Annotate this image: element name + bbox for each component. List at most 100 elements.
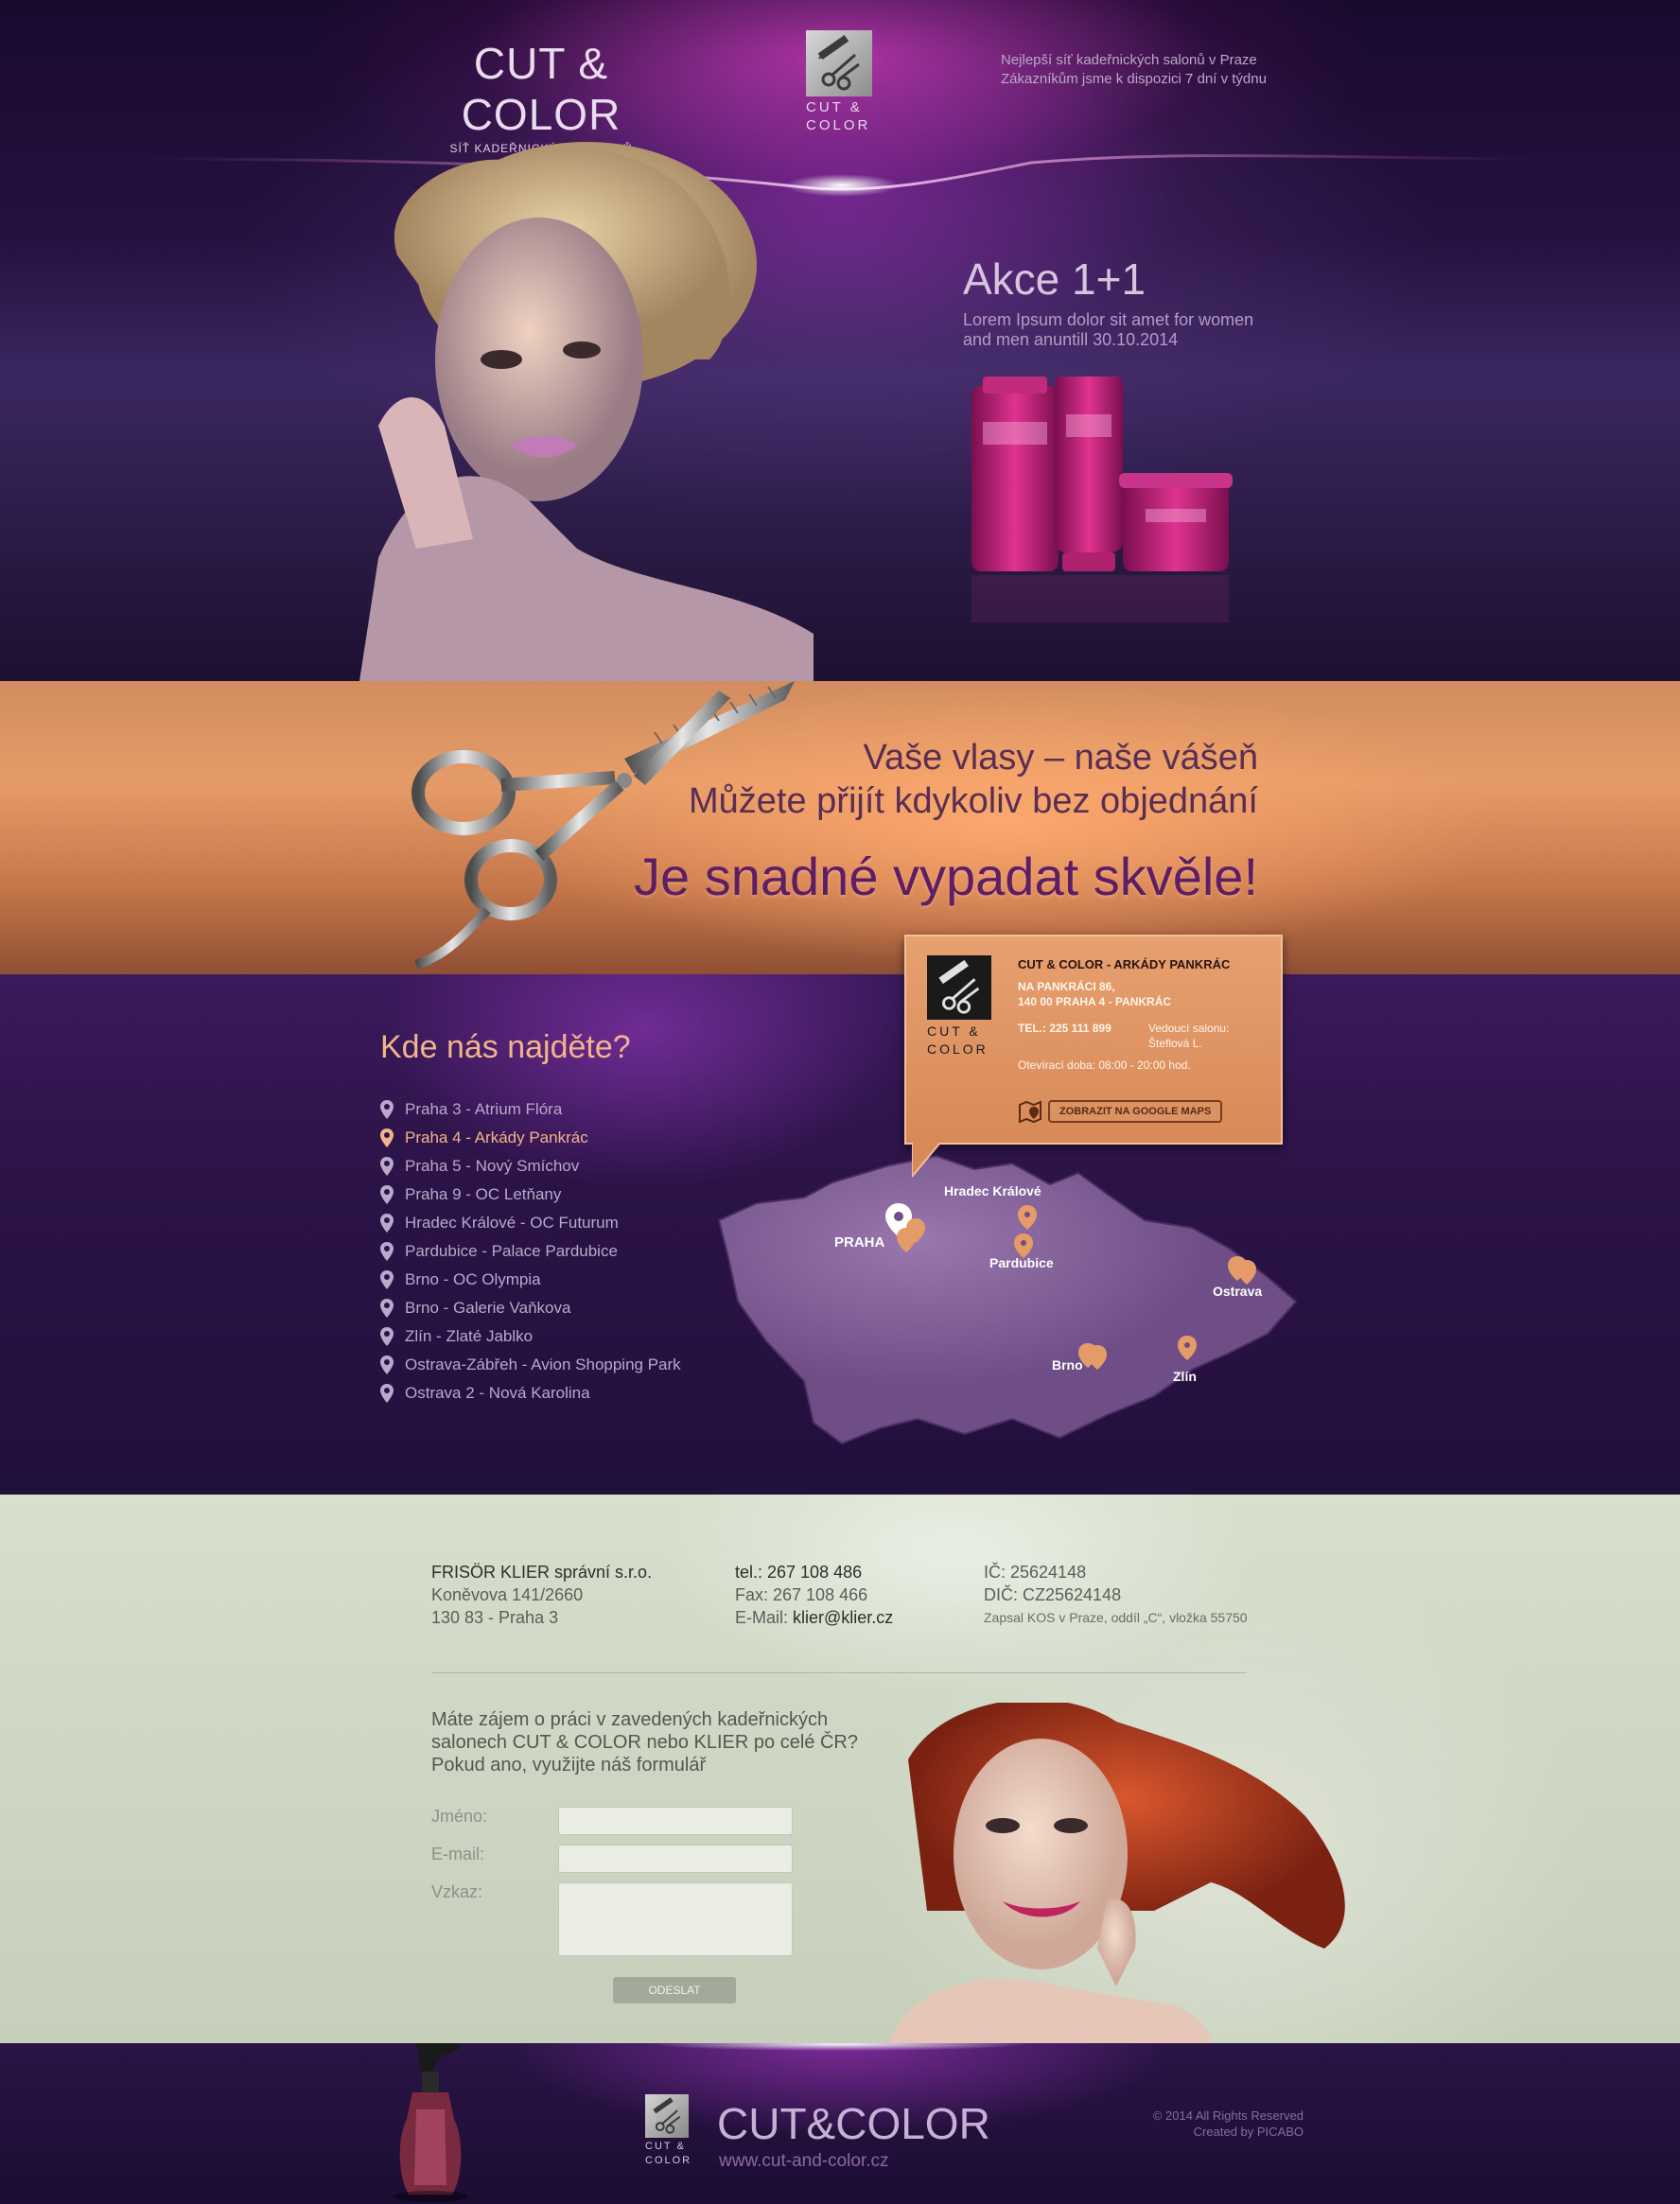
product-bottles-image xyxy=(971,376,1233,622)
band-slogan: Je snadné vypadat skvěle! xyxy=(634,847,1258,906)
map-pin-icon xyxy=(380,1157,394,1176)
location-label: Praha 9 - OC Letňany xyxy=(405,1185,562,1203)
map-pin-icon xyxy=(380,1356,394,1374)
job-intro-line-2: salonech CUT & COLOR nebo KLIER po celé … xyxy=(431,1732,858,1753)
popup-address-line-1: NA PANKRÁCI 86, xyxy=(1018,980,1115,993)
location-label: Praha 5 - Nový Smíchov xyxy=(405,1157,580,1175)
footer-logo-emblem xyxy=(645,2094,689,2138)
popup-address-line-2: 140 00 PRAHA 4 - PANKRÁC xyxy=(1018,995,1172,1008)
map-pin-icon xyxy=(380,1214,394,1233)
footer-url-link[interactable]: www.cut-and-color.cz xyxy=(719,2151,889,2172)
company-ico: IČ: 25624148 xyxy=(984,1563,1087,1582)
location-item[interactable]: Praha 9 - OC Letňany xyxy=(380,1181,681,1209)
redhead-woman-image xyxy=(889,1703,1345,2043)
submit-button[interactable]: ODESLAT xyxy=(613,1977,736,2003)
footer-logo-text-2: COLOR xyxy=(645,2155,692,2166)
name-field[interactable] xyxy=(558,1807,793,1835)
promo-block: Akce 1+1 Lorem Ipsum dolor sit amet for … xyxy=(963,254,1285,350)
company-street: Koněvova 141/2660 xyxy=(431,1585,584,1604)
promo-text: Lorem Ipsum dolor sit amet for women and… xyxy=(963,310,1285,350)
google-maps-button[interactable]: ZOBRAZIT NA GOOGLE MAPS xyxy=(1048,1100,1223,1123)
company-email-link[interactable]: klier@klier.cz xyxy=(793,1608,893,1627)
locations-section: Kde nás najděte? Praha 3 - Atrium Flóra … xyxy=(0,974,1680,1495)
salon-info-popup: CUT & COLOR CUT & COLOR - ARKÁDY PANKRÁC… xyxy=(904,935,1283,1145)
google-maps-link[interactable]: ZOBRAZIT NA GOOGLE MAPS xyxy=(1018,1099,1223,1124)
company-contacts: tel.: 267 108 486 Fax: 267 108 466 E-Mai… xyxy=(735,1561,893,1629)
slogan-band: Vaše vlasy – naše vášeň Můžete přijít kd… xyxy=(0,681,1680,974)
locations-title: Kde nás najděte? xyxy=(380,1029,631,1065)
job-intro-line-3: Pokud ano, využijte náš formulář xyxy=(431,1755,707,1775)
brand-block[interactable]: CUT & COLOR SÍŤ KADEŘNICKÝCH SALONŮ xyxy=(390,38,692,155)
location-label: Praha 4 - Arkády Pankrác xyxy=(405,1128,588,1146)
map-label-praha: PRAHA xyxy=(834,1234,885,1251)
popup-tel[interactable]: TEL.: 225 111 899 xyxy=(1018,1021,1148,1051)
location-item[interactable]: Pardubice - Palace Pardubice xyxy=(380,1237,681,1266)
map-label-hradec: Hradec Králové xyxy=(944,1183,1041,1198)
promo-title: Akce 1+1 xyxy=(963,254,1146,304)
location-item[interactable]: Ostrava-Zábřeh - Avion Shopping Park xyxy=(380,1351,681,1379)
map-pin-icon xyxy=(380,1242,394,1261)
map-label-zlin: Zlín xyxy=(1173,1369,1197,1384)
copyright: © 2014 All Rights Reserved Created by PI… xyxy=(1097,2108,1304,2140)
company-dic: DIČ: CZ25624148 xyxy=(984,1585,1122,1604)
band-line-1: Vaše vlasy – naše vášeň xyxy=(863,738,1258,778)
location-label: Praha 3 - Atrium Flóra xyxy=(405,1100,563,1118)
location-label: Ostrava-Zábřeh - Avion Shopping Park xyxy=(405,1356,681,1373)
map-pin-icon xyxy=(380,1299,394,1318)
band-line-2: Můžete přijít kdykoliv bez objednání xyxy=(689,781,1258,821)
map-label-pardubice: Pardubice xyxy=(989,1255,1054,1270)
message-field[interactable] xyxy=(558,1882,793,1956)
hero-section: CUT & COLOR SÍŤ KADEŘNICKÝCH SALONŮ CUT … xyxy=(0,0,1680,681)
location-label: Pardubice - Palace Pardubice xyxy=(405,1242,618,1260)
location-item[interactable]: Zlín - Zlaté Jablko xyxy=(380,1322,681,1351)
popup-manager-label: Vedoucí salonu: xyxy=(1148,1022,1230,1035)
popup-manager: Vedoucí salonu: Šteflová L. xyxy=(1148,1021,1229,1051)
company-fax: Fax: 267 108 466 xyxy=(735,1585,868,1604)
company-email-row: E-Mail: klier@klier.cz xyxy=(735,1606,893,1629)
hero-woman-image xyxy=(359,142,814,681)
popup-contact-row: TEL.: 225 111 899 Vedoucí salonu: Šteflo… xyxy=(1018,1021,1273,1051)
location-item[interactable]: Brno - Galerie Vaňkova xyxy=(380,1294,681,1322)
popup-pointer xyxy=(912,1143,941,1178)
map-pin-icon xyxy=(380,1100,394,1119)
job-form-intro: Máte zájem o práci v zavedených kadeřnic… xyxy=(431,1708,866,1776)
promo-text-line-2: and men anuntill 30.10.2014 xyxy=(963,330,1179,349)
header-tagline: Nejlepší síť kadeřnických salonů v Praze… xyxy=(1001,51,1285,89)
copyright-text: © 2014 All Rights Reserved xyxy=(1152,2108,1304,2123)
popup-manager-name: Šteflová L. xyxy=(1148,1037,1202,1050)
popup-body: CUT & COLOR - ARKÁDY PANKRÁC NA PANKRÁCI… xyxy=(1018,957,1273,1072)
comb-scissors-icon xyxy=(653,2097,681,2134)
map-pin-icon xyxy=(380,1128,394,1147)
footer-logo-text-1: CUT & xyxy=(645,2141,686,2152)
credit-text: Created by PICABO xyxy=(1193,2125,1304,2139)
location-label: Brno - OC Olympia xyxy=(405,1270,541,1288)
email-label: E-Mail: xyxy=(735,1608,794,1627)
popup-address: NA PANKRÁCI 86, 140 00 PRAHA 4 - PANKRÁC xyxy=(1018,979,1273,1009)
name-label: Jméno: xyxy=(431,1807,488,1826)
email-field[interactable] xyxy=(558,1845,793,1873)
popup-logo-emblem xyxy=(927,955,991,1020)
company-registry-note: Zapsal KOS v Praze, oddíl „C“, vložka 55… xyxy=(984,1610,1248,1625)
popup-salon-name: CUT & COLOR - ARKÁDY PANKRÁC xyxy=(1018,957,1231,971)
map-label-brno: Brno xyxy=(1052,1357,1083,1373)
location-item[interactable]: Hradec Králové - OC Futurum xyxy=(380,1209,681,1237)
map-pin-icon xyxy=(380,1185,394,1204)
location-item[interactable]: Ostrava 2 - Nová Karolina xyxy=(380,1379,681,1408)
location-item[interactable]: Brno - OC Olympia xyxy=(380,1266,681,1294)
footer-glow xyxy=(651,2043,1029,2051)
map-pin-icon xyxy=(380,1270,394,1289)
popup-logo-text-2: COLOR xyxy=(927,1041,989,1057)
location-item[interactable]: Praha 5 - Nový Smíchov xyxy=(380,1152,681,1181)
site-footer: CUT & COLOR CUT&COLOR www.cut-and-color.… xyxy=(0,2043,1680,2204)
company-name: FRISÖR KLIER správní s.r.o. xyxy=(431,1563,653,1582)
logo[interactable]: CUT & COLOR xyxy=(806,30,876,132)
popup-hours: Otevírací doba: 08:00 - 20:00 hod. xyxy=(1018,1058,1191,1072)
footer-logo[interactable]: CUT & COLOR xyxy=(645,2094,691,2166)
czech-map[interactable]: PRAHA Hradec Králové Pardubice Ostrava B… xyxy=(700,1116,1305,1476)
location-item[interactable]: Praha 3 - Atrium Flóra xyxy=(380,1095,681,1124)
company-registry: IČ: 25624148 DIČ: CZ25624148 Zapsal KOS … xyxy=(984,1561,1248,1629)
contact-section: FRISÖR KLIER správní s.r.o. Koněvova 141… xyxy=(0,1495,1680,2043)
company-tel[interactable]: tel.: 267 108 486 xyxy=(735,1561,893,1583)
map-pin-icon xyxy=(380,1327,394,1346)
location-item-active[interactable]: Praha 4 - Arkády Pankrác xyxy=(380,1124,681,1152)
